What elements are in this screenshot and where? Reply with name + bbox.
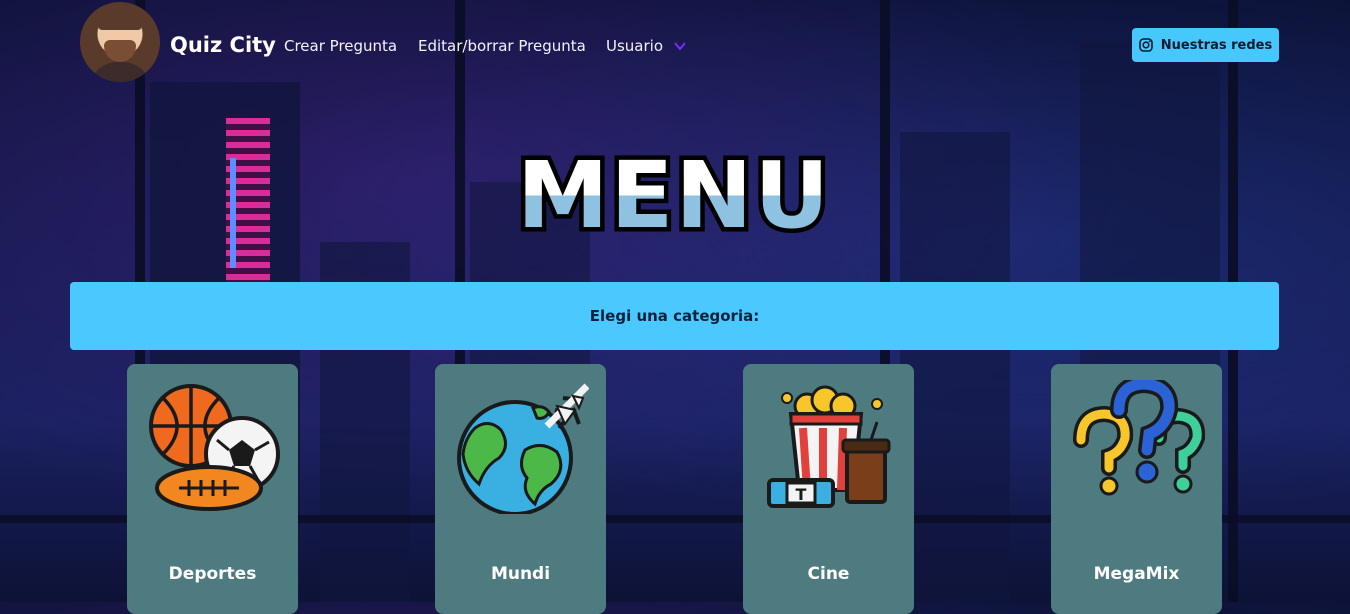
instagram-icon bbox=[1138, 38, 1153, 52]
navbar: Quiz City Crear Pregunta Editar/borrar P… bbox=[0, 0, 1350, 92]
category-card-mundi[interactable]: Mundi bbox=[435, 364, 606, 614]
category-label: Cine bbox=[807, 564, 850, 584]
category-label: Deportes bbox=[168, 564, 257, 584]
globe-plane-icon bbox=[457, 383, 589, 514]
sports-balls-icon bbox=[149, 384, 280, 511]
question-marks-icon bbox=[1073, 380, 1205, 496]
category-banner: Elegi una categoria: bbox=[70, 282, 1279, 350]
category-card-cine[interactable]: T Cine bbox=[743, 364, 914, 614]
category-card-megamix[interactable]: MegaMix bbox=[1051, 364, 1222, 614]
category-label: MegaMix bbox=[1093, 564, 1180, 584]
svg-text:MENU: MENU bbox=[517, 143, 831, 239]
chevron-down-icon[interactable] bbox=[672, 38, 688, 54]
svg-text:T: T bbox=[796, 485, 807, 504]
nav-link-usuario[interactable]: Usuario bbox=[606, 37, 663, 55]
category-label: Mundi bbox=[490, 564, 551, 584]
menu-logo: MENU bbox=[514, 143, 834, 239]
brand-title[interactable]: Quiz City bbox=[170, 33, 276, 57]
category-card-deportes[interactable]: Deportes bbox=[127, 364, 298, 614]
banner-text: Elegi una categoria: bbox=[589, 307, 760, 325]
social-networks-button[interactable]: Nuestras redes bbox=[1132, 28, 1279, 62]
social-button-label: Nuestras redes bbox=[1160, 37, 1273, 53]
popcorn-ticket-icon: T bbox=[767, 385, 891, 508]
user-avatar[interactable] bbox=[80, 2, 160, 82]
nav-link-editar-pregunta[interactable]: Editar/borrar Pregunta bbox=[418, 37, 586, 55]
nav-link-crear-pregunta[interactable]: Crear Pregunta bbox=[284, 37, 397, 55]
